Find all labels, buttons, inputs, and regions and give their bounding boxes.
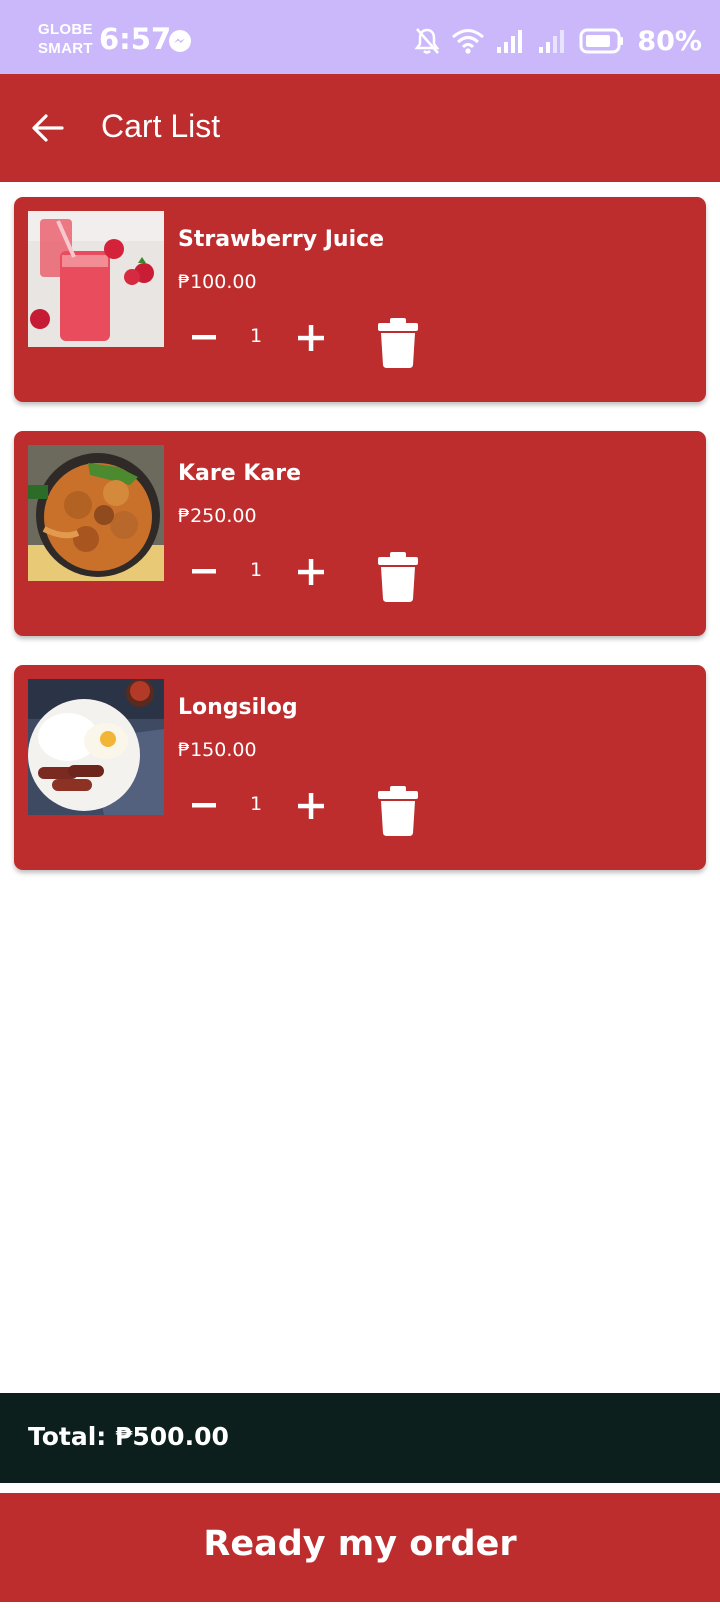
ready-order-label: Ready my order — [203, 1524, 517, 1564]
cart-item: Kare Kare ₱250.00 1 — [14, 431, 706, 636]
plus-icon[interactable] — [296, 323, 326, 353]
trash-icon[interactable] — [376, 785, 420, 837]
status-bar: GLOBE SMART 6:57 80% — [0, 0, 720, 74]
battery-icon — [579, 28, 624, 54]
status-time: 6:57 — [99, 22, 172, 56]
item-price: ₱100.00 — [178, 271, 257, 293]
quantity-value: 1 — [249, 559, 263, 581]
total-amount: Total: ₱500.00 — [28, 1422, 229, 1451]
strawberry-juice-photo — [28, 211, 164, 347]
back-arrow-icon[interactable] — [24, 104, 72, 152]
messenger-icon — [169, 30, 191, 52]
plus-icon[interactable] — [296, 791, 326, 821]
item-price: ₱150.00 — [178, 739, 257, 761]
page-title: Cart List — [101, 108, 221, 144]
item-name: Kare Kare — [178, 461, 301, 486]
kare-kare-photo — [28, 445, 164, 581]
total-bar: Total: ₱500.00 — [0, 1393, 720, 1483]
app-bar: Cart List — [0, 74, 720, 182]
quantity-value: 1 — [249, 325, 263, 347]
signal-icon — [539, 30, 565, 53]
item-image — [28, 211, 164, 347]
wifi-icon — [452, 29, 485, 54]
carrier-line-2: SMART — [38, 40, 93, 57]
item-image — [28, 679, 164, 815]
minus-icon[interactable] — [190, 557, 218, 585]
item-price: ₱250.00 — [178, 505, 257, 527]
plus-icon[interactable] — [296, 557, 326, 587]
minus-icon[interactable] — [190, 791, 218, 819]
longsilog-photo — [28, 679, 164, 815]
minus-icon[interactable] — [190, 323, 218, 351]
status-icons: 80% — [413, 24, 702, 58]
battery-percentage: 80% — [637, 25, 702, 57]
item-image — [28, 445, 164, 581]
cart-item: Longsilog ₱150.00 1 — [14, 665, 706, 870]
signal-icon — [497, 30, 523, 53]
item-name: Longsilog — [178, 695, 298, 720]
trash-icon[interactable] — [376, 551, 420, 603]
cart-list: Strawberry Juice ₱100.00 1 Kare Kare ₱25… — [14, 197, 706, 899]
bell-muted-icon — [414, 28, 440, 54]
trash-icon[interactable] — [376, 317, 420, 369]
ready-order-button[interactable]: Ready my order — [0, 1493, 720, 1602]
item-name: Strawberry Juice — [178, 227, 385, 252]
carrier-name: GLOBE SMART — [38, 20, 93, 58]
carrier-line-1: GLOBE — [38, 21, 93, 38]
quantity-value: 1 — [249, 793, 263, 815]
cart-item: Strawberry Juice ₱100.00 1 — [14, 197, 706, 402]
